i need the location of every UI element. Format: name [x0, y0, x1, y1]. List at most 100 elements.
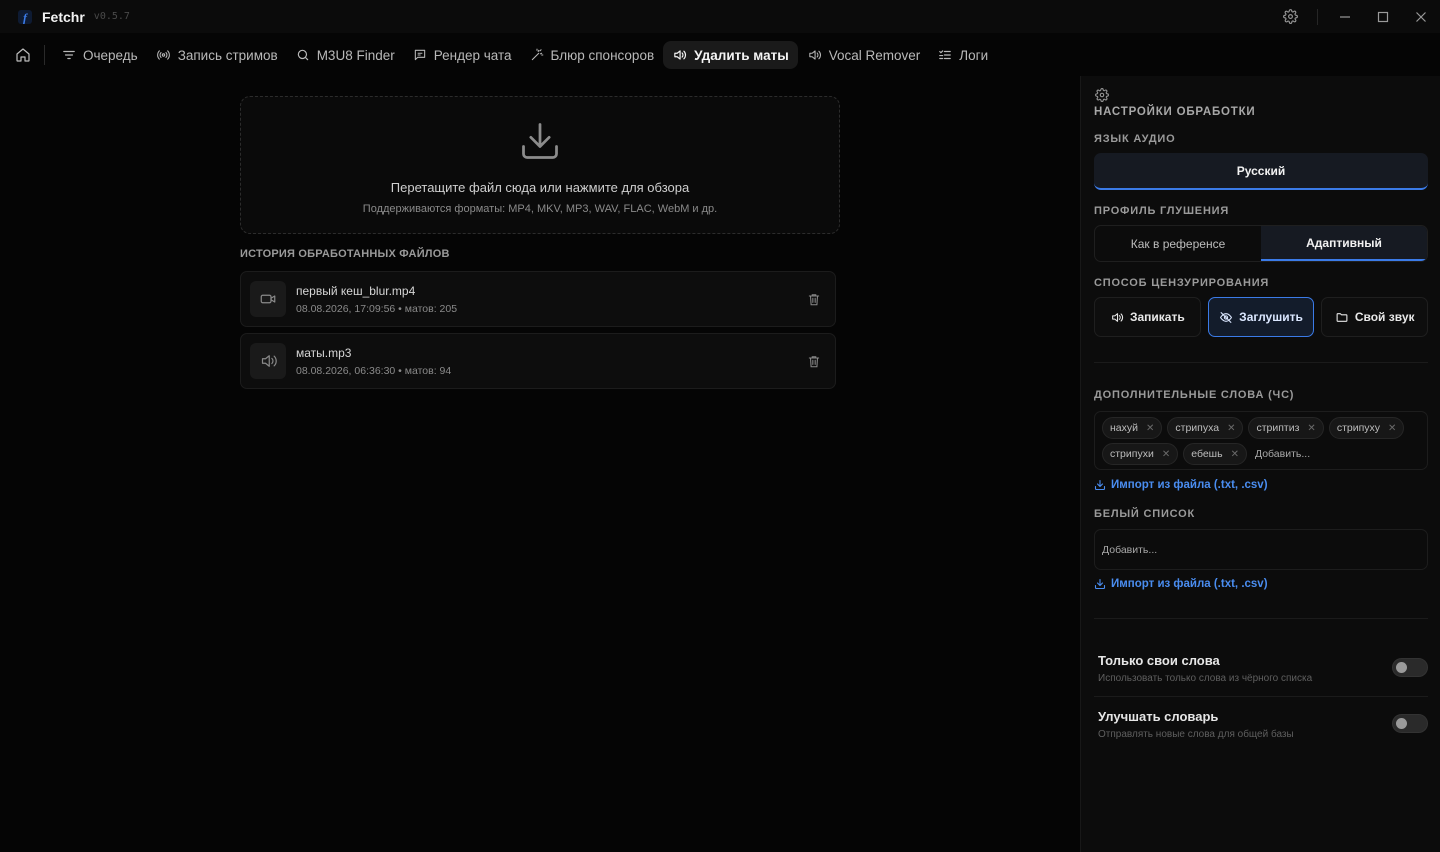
blacklist-label: ДОПОЛНИТЕЛЬНЫЕ СЛОВА (ЧС) — [1094, 389, 1295, 401]
profile-option-adaptive[interactable]: Адаптивный — [1261, 226, 1427, 261]
search-icon — [297, 49, 308, 61]
toggle-switch[interactable] — [1392, 658, 1428, 677]
toggle-subtitle: Использовать только слова из чёрного спи… — [1098, 673, 1313, 684]
panel-title: НАСТРОЙКИ ОБРАБОТКИ — [1094, 106, 1256, 118]
nav-item-label: Рендер чата — [433, 47, 512, 63]
chip-label: стрипуху — [1336, 422, 1381, 434]
remove-chip-icon[interactable]: ✕ — [1307, 423, 1315, 434]
nav-item-logs[interactable]: Логи — [929, 41, 997, 69]
censor-method-group: Запикать Заглушить Свой звук — [1094, 297, 1429, 337]
toggle-own-words-only: Только свои слова Использовать только сл… — [1094, 653, 1428, 701]
blacklist-chip: стрипухи ✕ — [1102, 443, 1179, 465]
dropzone-formats: Поддерживаются форматы: MP4, MKV, MP3, W… — [362, 203, 718, 215]
broadcast-icon — [156, 50, 170, 60]
chip-label: стрипуха — [1175, 422, 1220, 434]
nav-item-sponsor-blur[interactable]: Блюр спонсоров — [521, 41, 664, 69]
remove-chip-icon[interactable]: ✕ — [1227, 423, 1235, 434]
nav-divider — [44, 45, 45, 65]
speaker-icon — [809, 50, 821, 60]
app-name: Fetchr — [42, 8, 85, 25]
censor-mute-button[interactable]: Заглушить — [1207, 297, 1315, 337]
blacklist-chip: ебешь ✕ — [1183, 443, 1247, 465]
nav-item-vocal-remover[interactable]: Vocal Remover — [798, 41, 930, 69]
home-icon[interactable] — [8, 40, 38, 70]
app-logo-icon: f — [18, 9, 32, 24]
remove-chip-icon[interactable]: ✕ — [1162, 449, 1170, 460]
panel-divider — [1094, 618, 1428, 619]
import-label: Импорт из файла (.txt, .csv) — [1111, 479, 1268, 491]
chip-label: стрипухи — [1110, 448, 1154, 460]
minimize-icon[interactable] — [1326, 0, 1364, 33]
speaker-icon — [1112, 312, 1123, 322]
chip-label: ебешь — [1191, 448, 1223, 460]
blacklist-import-link[interactable]: Импорт из файла (.txt, .csv) — [1094, 479, 1268, 491]
trash-icon[interactable] — [805, 290, 823, 308]
processing-settings-panel: НАСТРОЙКИ ОБРАБОТКИ ЯЗЫК АУДИО Русский П… — [1080, 76, 1440, 852]
blacklist-add-input[interactable] — [1251, 443, 1332, 465]
profile-option-reference[interactable]: Как в референсе — [1095, 226, 1261, 261]
nav-item-label: Удалить маты — [694, 47, 789, 63]
gear-icon — [1095, 88, 1109, 105]
toggle-subtitle: Отправлять новые слова для общей базы — [1098, 729, 1294, 740]
trash-icon[interactable] — [805, 352, 823, 370]
list-check-icon — [939, 50, 952, 60]
download-tray-icon — [518, 119, 562, 166]
eye-off-icon — [1220, 311, 1233, 323]
filter-lines-icon — [63, 50, 75, 60]
remove-chip-icon[interactable]: ✕ — [1146, 423, 1154, 434]
remove-chip-icon[interactable]: ✕ — [1388, 423, 1396, 434]
whitelist-add-input[interactable] — [1102, 543, 1402, 556]
chip-label: стриптиз — [1256, 422, 1300, 434]
profile-label: ПРОФИЛЬ ГЛУШЕНИЯ — [1094, 205, 1230, 217]
nav-item-chat-render[interactable]: Рендер чата — [404, 41, 521, 69]
whitelist-label: БЕЛЫЙ СПИСОК — [1094, 508, 1195, 520]
nav-item-label: Логи — [959, 47, 989, 63]
censor-custom-sound-button[interactable]: Свой звук — [1321, 297, 1429, 337]
speaker-icon — [250, 343, 286, 379]
blacklist-chip-input: нахуй ✕ стрипуха ✕ стриптиз ✕ стрипуху ✕ стр… — [1094, 411, 1428, 470]
whitelist-import-link[interactable]: Импорт из файла (.txt, .csv) — [1094, 578, 1268, 590]
nav-item-remove-profanity[interactable]: Удалить маты — [663, 41, 798, 69]
app-version: v0.5.7 — [93, 11, 130, 22]
nav-item-queue[interactable]: Очередь — [53, 41, 147, 69]
history-item[interactable]: маты.mp3 08.08.2026, 06:36:30 • матов: 9… — [240, 333, 836, 389]
language-select[interactable]: Русский — [1094, 153, 1428, 190]
title-bar: f Fetchr v0.5.7 — [0, 0, 1440, 33]
chip-label: нахуй — [1110, 422, 1139, 434]
file-dropzone[interactable]: Перетащите файл сюда или нажмите для обз… — [240, 96, 840, 234]
toggle-switch[interactable] — [1392, 714, 1428, 733]
blacklist-chip: стриптиз ✕ — [1248, 417, 1324, 439]
nav-item-label: Vocal Remover — [828, 47, 921, 63]
download-icon — [1094, 578, 1106, 590]
toggle-title: Только свои слова — [1098, 653, 1220, 668]
nav-item-label: Блюр спонсоров — [550, 47, 655, 63]
titlebar-divider — [1317, 8, 1318, 25]
profile-segmented-control: Как в референсе Адаптивный — [1094, 225, 1428, 262]
history-file-meta: 08.08.2026, 06:36:30 • матов: 94 — [296, 364, 452, 377]
toggle-knob — [1396, 718, 1407, 729]
panel-divider — [1094, 362, 1428, 363]
nav-item-stream-record[interactable]: Запись стримов — [147, 41, 287, 69]
language-label: ЯЗЫК АУДИО — [1094, 133, 1176, 145]
nav-item-m3u8-finder[interactable]: M3U8 Finder — [287, 41, 404, 69]
blacklist-chip: стрипуха ✕ — [1167, 417, 1244, 439]
blacklist-chip: стрипуху ✕ — [1328, 417, 1405, 439]
toggle-title: Улучшать словарь — [1098, 709, 1219, 724]
censor-beep-label: Запикать — [1129, 310, 1185, 324]
censor-mute-label: Заглушить — [1239, 310, 1303, 324]
whitelist-box — [1094, 529, 1428, 570]
censor-method-label: СПОСОБ ЦЕНЗУРИРОВАНИЯ — [1094, 277, 1270, 289]
close-icon[interactable] — [1402, 0, 1440, 33]
video-camera-icon — [250, 281, 286, 317]
speaker-icon — [674, 50, 687, 60]
history-item[interactable]: первый кеш_blur.mp4 08.08.2026, 17:09:56… — [240, 271, 836, 327]
panel-divider — [1094, 696, 1428, 697]
nav-item-label: Запись стримов — [177, 47, 278, 63]
remove-chip-icon[interactable]: ✕ — [1231, 449, 1239, 460]
maximize-icon[interactable] — [1364, 0, 1402, 33]
settings-gear-icon[interactable] — [1271, 0, 1309, 33]
toggle-knob — [1396, 662, 1407, 673]
censor-beep-button[interactable]: Запикать — [1094, 297, 1201, 337]
history-heading: ИСТОРИЯ ОБРАБОТАННЫХ ФАЙЛОВ — [240, 248, 450, 260]
download-icon — [1094, 479, 1106, 491]
